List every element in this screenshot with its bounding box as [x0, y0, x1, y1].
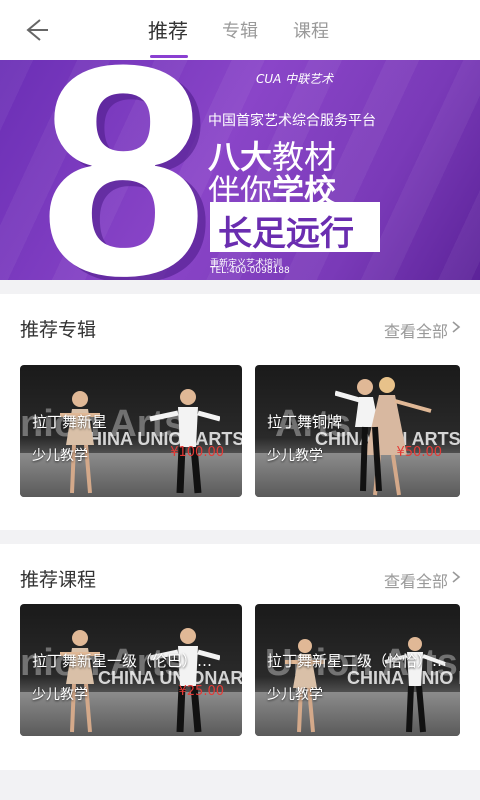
banner-big-number: 8 — [40, 60, 207, 280]
card-price: ¥25.00 — [178, 684, 225, 699]
view-all-link[interactable]: 查看全部 — [384, 318, 448, 342]
card-price: ¥100.00 — [170, 445, 224, 460]
dancers-image — [60, 628, 220, 733]
section-title: 推荐课程 — [20, 569, 97, 591]
chevron-right-icon[interactable] — [450, 321, 462, 333]
banner-headline-3: 长足远行 — [218, 214, 354, 254]
section-title: 推荐专辑 — [20, 319, 97, 341]
card-title: 拉丁舞新星 — [32, 413, 108, 431]
chevron-right-icon[interactable] — [450, 571, 462, 583]
card-price: ¥50.00 — [396, 445, 443, 460]
album-card[interactable]: nion Arts CHINA UNIONARTS CO 拉丁舞新星 少儿教学 … — [20, 365, 242, 497]
card-title: 拉丁舞铜牌 — [267, 413, 343, 431]
top-bar: 推荐 专辑 课程 — [0, 0, 480, 60]
recommended-albums-section: 推荐专辑 查看全部 nion Arts CHINA UNIONARTS CO 拉… — [0, 294, 480, 530]
course-card[interactable]: nion Arts CHINA UNIONARTS CO 拉丁舞新星一级（伦巴）… — [20, 604, 242, 736]
banner-tagline: 中国首家艺术综合服务平台 — [208, 113, 376, 129]
dancers-image — [335, 377, 432, 496]
banner-logo: CUA 中联艺术 — [256, 72, 334, 86]
card-category: 少儿教学 — [32, 687, 88, 703]
tab-bar: 推荐 专辑 课程 — [0, 0, 480, 60]
card-category: 少儿教学 — [267, 448, 323, 464]
album-card[interactable]: Arts CHINA UNI ARTS CO 拉丁舞铜牌 少儿教学 ¥50.00 — [255, 365, 460, 497]
recommended-courses-section: 推荐课程 查看全部 nion Arts CHINA UNIONARTS CO 拉… — [0, 544, 480, 770]
card-title: 拉丁舞新星一级（伦巴）… — [32, 652, 213, 670]
tab-courses[interactable]: 课程 — [293, 17, 329, 43]
dancers-image — [60, 389, 220, 494]
dancers-image — [285, 637, 446, 733]
promo-banner[interactable]: 8 CUA 中联艺术 中国首家艺术综合服务平台 八大教材 伴你学校 长足远行 重… — [0, 60, 480, 280]
banner-phone: TEL:400-0098188 — [210, 266, 290, 276]
course-card[interactable]: Union Arts CHINA UNIO RTS CO 拉丁舞新星二级（恰恰）… — [255, 604, 460, 736]
view-all-link[interactable]: 查看全部 — [384, 568, 448, 592]
card-title: 拉丁舞新星二级（恰恰）… — [267, 652, 448, 670]
tab-albums[interactable]: 专辑 — [222, 17, 258, 43]
tab-recommend[interactable]: 推荐 — [148, 15, 188, 44]
card-category: 少儿教学 — [32, 448, 88, 464]
active-tab-indicator — [150, 55, 188, 58]
card-category: 少儿教学 — [267, 687, 323, 703]
